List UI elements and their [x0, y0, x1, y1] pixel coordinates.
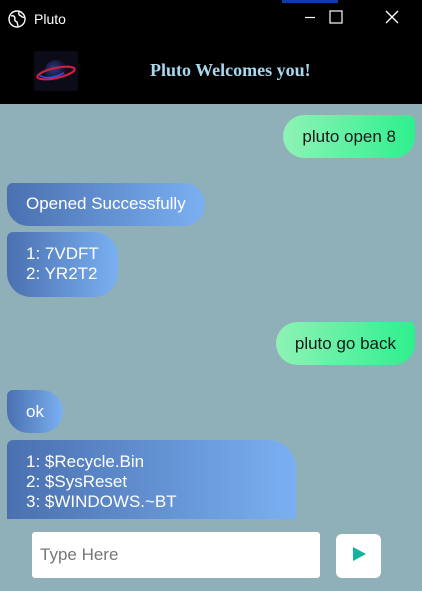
- globe-icon: [8, 10, 26, 28]
- message-input-bar: [0, 519, 422, 591]
- message-text: pluto open 8: [302, 127, 396, 146]
- send-button[interactable]: [336, 534, 381, 578]
- message-line: 2: YR2T2: [26, 264, 98, 283]
- bot-message: 1: 7VDFT 2: YR2T2: [7, 232, 118, 297]
- pluto-logo: [34, 51, 78, 91]
- close-icon: [385, 10, 399, 29]
- message-line: 1: $Recycle.Bin: [26, 452, 145, 471]
- window-titlebar: Pluto: [0, 0, 422, 38]
- message-text: Opened Successfully: [26, 194, 186, 213]
- app-header: Pluto Welcomes you!: [0, 38, 422, 104]
- send-icon: [351, 546, 367, 567]
- window-title: Pluto: [34, 11, 66, 27]
- message-text: ok: [26, 402, 44, 421]
- message-text: pluto go back: [294, 334, 396, 353]
- chat-area[interactable]: pluto open 8 Opened Successfully 1: 7VDF…: [0, 104, 422, 519]
- welcome-heading: Pluto Welcomes you!: [150, 60, 311, 80]
- bot-message: ok: [7, 390, 63, 433]
- user-message: pluto go back: [275, 322, 415, 365]
- message-line: 3: $WINDOWS.~BT: [26, 492, 177, 511]
- close-button[interactable]: [364, 0, 420, 38]
- message-line: 1: 7VDFT: [26, 244, 99, 263]
- bot-message: 1: $Recycle.Bin 2: $SysReset 3: $WINDOWS…: [7, 440, 296, 519]
- maximize-button[interactable]: [308, 0, 364, 38]
- user-message: pluto open 8: [283, 115, 415, 158]
- message-input[interactable]: [32, 532, 320, 578]
- maximize-icon: [329, 9, 343, 29]
- message-line: 2: $SysReset: [26, 472, 128, 491]
- bot-message: Opened Successfully: [7, 183, 205, 226]
